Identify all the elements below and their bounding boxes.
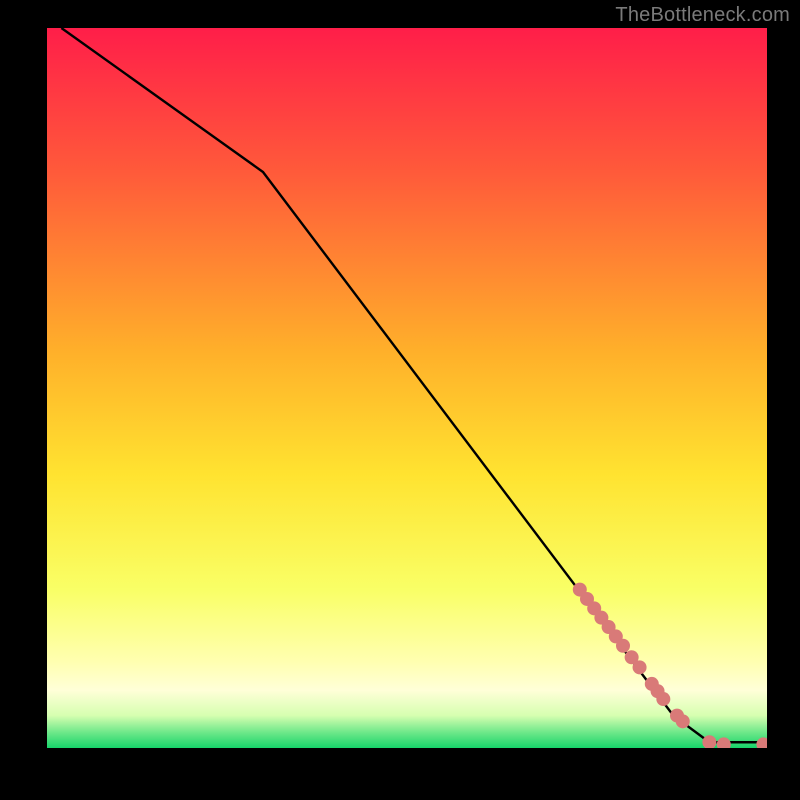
data-marker: [656, 692, 670, 706]
chart-frame: TheBottleneck.com: [0, 0, 800, 800]
data-marker: [676, 714, 690, 728]
chart-background: [47, 28, 767, 748]
plot-area: [47, 28, 767, 748]
data-marker: [633, 660, 647, 674]
data-marker: [616, 639, 630, 653]
chart-svg: [47, 28, 767, 748]
watermark-text: TheBottleneck.com: [615, 4, 790, 27]
